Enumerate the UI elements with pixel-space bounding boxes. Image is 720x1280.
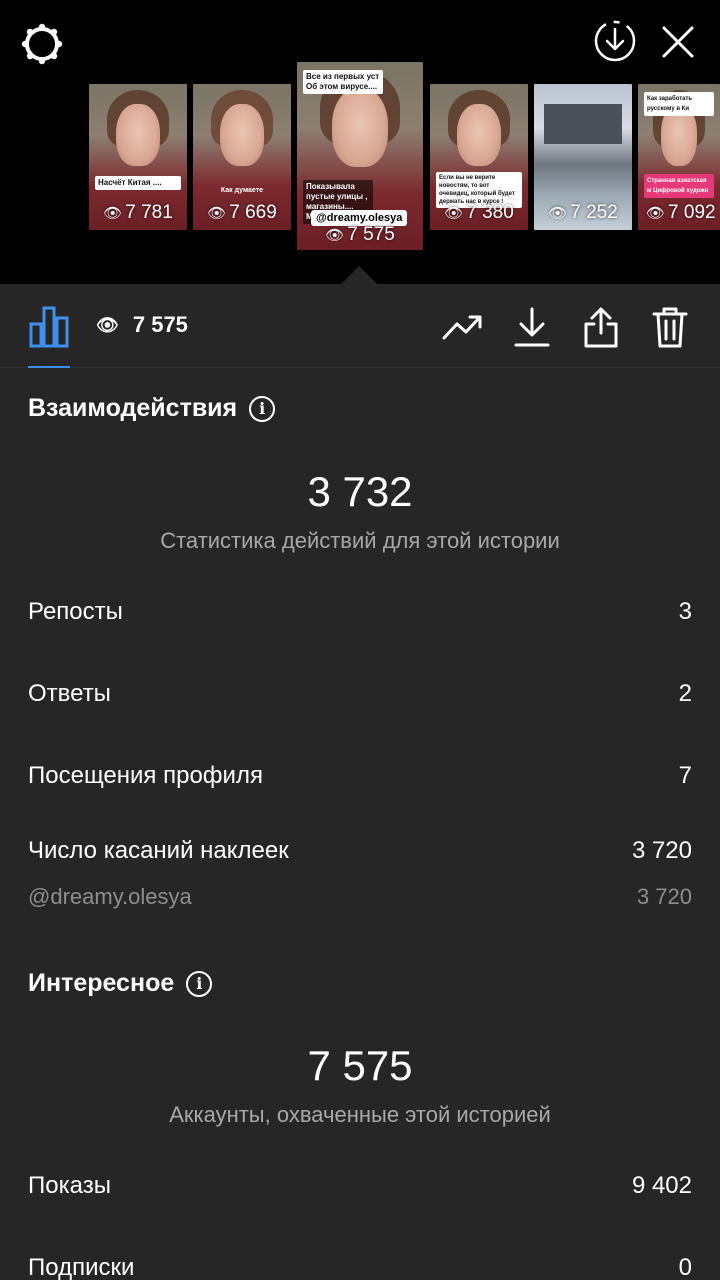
stat-row-impressions: Показы 9 402 (28, 1172, 692, 1200)
stat-value: 3 720 (631, 837, 692, 864)
section-discovery: Интересное i (28, 969, 213, 998)
eye-icon: 👁 (646, 205, 666, 222)
thumb-views: 7 380 (466, 202, 514, 223)
eye-icon: 👁 (548, 205, 568, 222)
trending-icon (442, 315, 482, 340)
story-thumbnail[interactable]: Если вы не верите новостям, то вот очеви… (430, 84, 528, 230)
story-thumbnail[interactable]: Насчёт Китая .... 👁 7 781 (89, 84, 187, 230)
discovery-total: 7 575 (307, 1042, 413, 1089)
close-icon (662, 26, 694, 58)
stat-row-sticker-mention: @dreamy.olesya 3 720 (28, 884, 692, 910)
info-icon[interactable]: i (249, 395, 276, 422)
delete-button[interactable] (647, 304, 693, 350)
save-story-button[interactable] (590, 16, 640, 66)
info-icon[interactable]: i (186, 970, 213, 997)
eye-icon: 👁 (207, 205, 227, 222)
stat-row-profile-visits: Посещения профиля 7 (28, 762, 692, 790)
active-tab-indicator (28, 366, 70, 368)
story-thumbnail[interactable]: Как заработать русскому в Ки Странная аз… (638, 84, 720, 230)
tab-insights[interactable] (28, 304, 70, 348)
bar-chart-icon (29, 306, 69, 348)
stat-label: @dreamy.olesya (28, 884, 192, 909)
story-caption: Как заработать русскому в Ки (644, 92, 714, 116)
stat-row-reposts: Репосты 3 (28, 598, 692, 626)
thumb-views: 7 092 (668, 202, 716, 223)
story-thumbnail[interactable]: Как думаете 👁 7 669 (193, 84, 291, 230)
stat-label: Посещения профиля (28, 762, 263, 789)
story-thumbnail[interactable]: 👁 7 252 (534, 84, 632, 230)
views-count: 7 575 (132, 312, 188, 337)
eye-icon: 👁 (325, 227, 345, 244)
stat-value: 0 (678, 1254, 692, 1280)
eye-icon: 👁 (444, 205, 464, 222)
download-button[interactable] (509, 304, 555, 350)
stat-row-replies: Ответы 2 (28, 680, 692, 708)
close-button[interactable] (656, 20, 700, 64)
stat-value: 7 (678, 762, 692, 789)
views-summary: 👁 7 575 (96, 312, 188, 338)
stat-label: Показы (28, 1172, 111, 1199)
story-image (544, 104, 622, 144)
story-caption: Как думаете (220, 187, 264, 194)
thumb-views: 7 575 (347, 224, 395, 245)
trash-icon (652, 307, 688, 348)
thumb-views: 7 781 (125, 202, 173, 223)
promote-button[interactable] (440, 304, 486, 350)
share-icon (584, 307, 618, 348)
section-interactions: Взаимодействия i (28, 394, 276, 423)
eye-icon: 👁 (96, 314, 119, 335)
stat-value: 3 (678, 598, 692, 625)
story-preview-area: Насчёт Китая .... 👁 7 781 Как думаете 👁 7 … (0, 0, 720, 285)
share-button[interactable] (578, 304, 624, 350)
interactions-total: 3 732 (307, 468, 413, 515)
stat-label: Ответы (28, 680, 111, 707)
discovery-subtitle: Аккаунты, охваченные этой историей (169, 1102, 551, 1127)
section-title: Интересное (28, 969, 175, 997)
stat-label: Число касаний наклеек (28, 837, 289, 864)
section-title: Взаимодействия (28, 394, 238, 422)
selected-story-pointer (340, 266, 378, 285)
stat-row-follows: Подписки 0 (28, 1254, 692, 1280)
thumb-views: 7 252 (570, 202, 618, 223)
download-icon (514, 307, 550, 347)
thumb-views: 7 669 (229, 202, 277, 223)
stat-value: 2 (678, 680, 692, 707)
settings-button[interactable] (18, 20, 66, 68)
stat-row-sticker-taps: Число касаний наклеек 3 720 (28, 837, 692, 865)
eye-icon: 👁 (103, 205, 123, 222)
stat-value: 3 720 (636, 884, 692, 909)
story-thumbnail-strip[interactable]: Насчёт Китая .... 👁 7 781 Как думаете 👁 7 … (0, 62, 720, 258)
gear-icon (21, 23, 63, 65)
story-caption-secondary: Странная азиатская м Цифровой художн (644, 174, 714, 198)
interactions-subtitle: Статистика действий для этой истории (160, 528, 560, 553)
story-caption: Все из первых уст Об этом вирусе.... (303, 70, 383, 94)
stat-label: Подписки (28, 1254, 135, 1280)
insights-panel: 👁 7 575 Взаимодействия i 3 732 Статистик… (0, 284, 720, 1280)
download-circle-icon (594, 20, 636, 62)
story-caption: Насчёт Китая .... (95, 176, 181, 190)
insights-toolbar: 👁 7 575 (0, 284, 720, 368)
stat-value: 9 402 (631, 1172, 692, 1199)
stat-label: Репосты (28, 598, 123, 625)
story-thumbnail-selected[interactable]: Все из первых уст Об этом вирусе.... Пок… (297, 62, 423, 250)
